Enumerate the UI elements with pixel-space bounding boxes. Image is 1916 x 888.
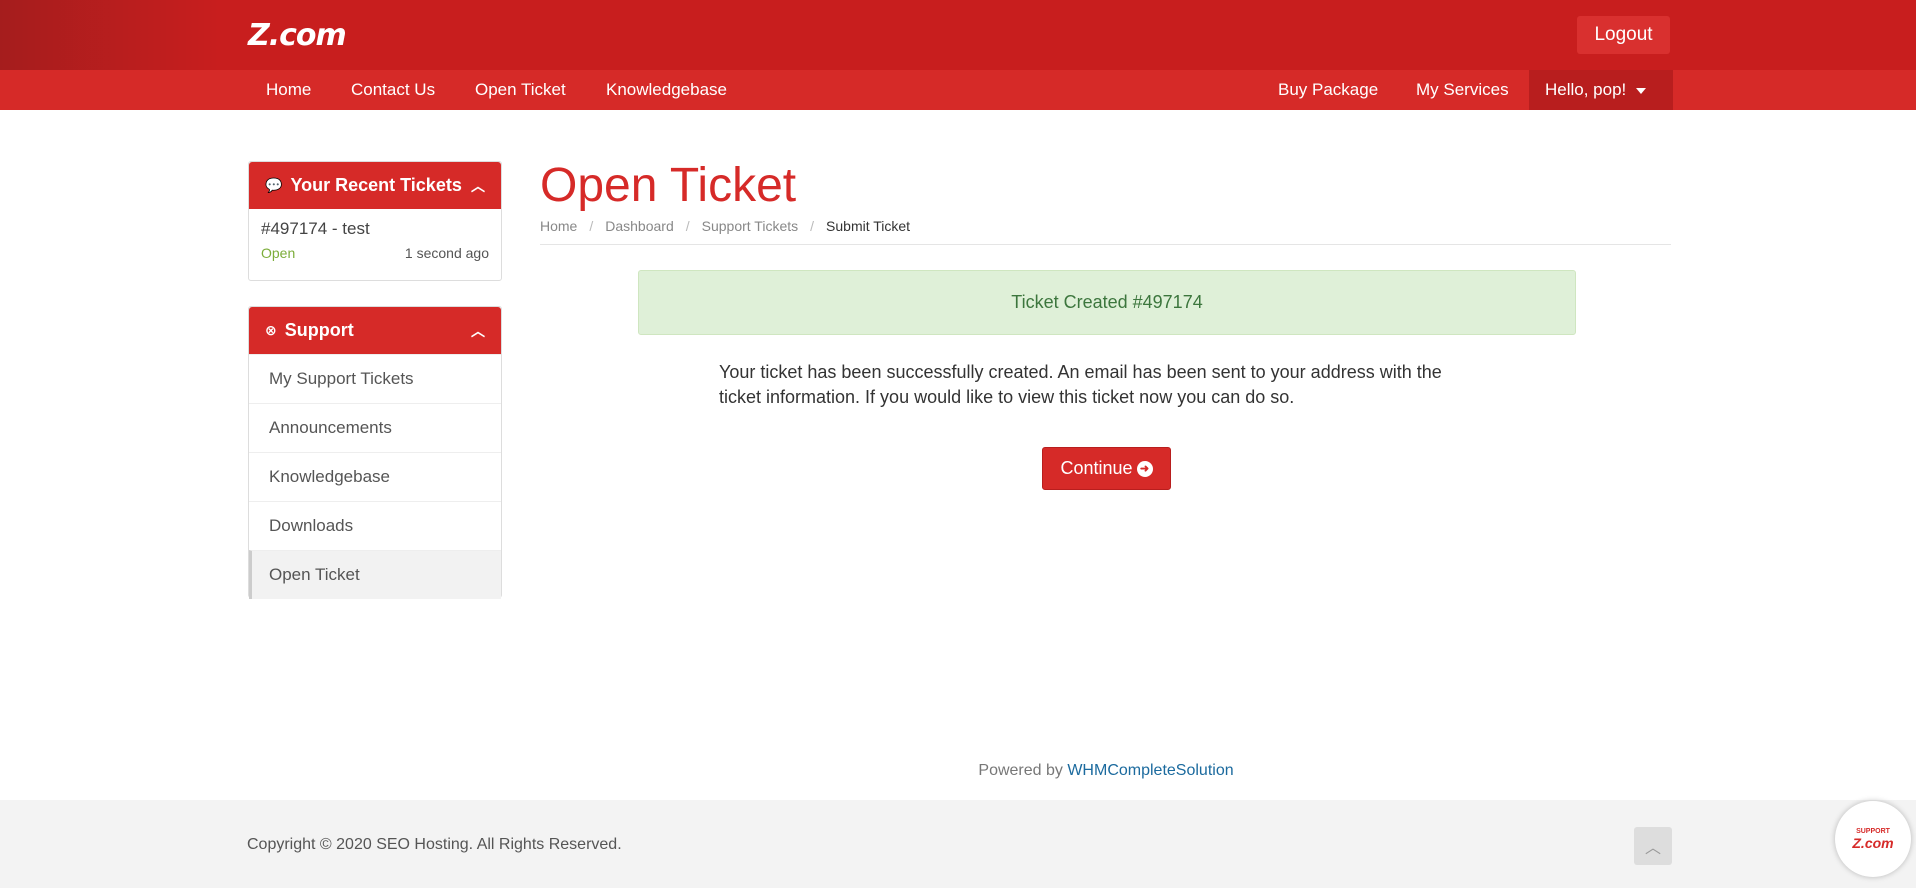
ticket-time: 1 second ago	[404, 245, 489, 261]
sidebar-item-announcements[interactable]: Announcements	[249, 403, 501, 452]
breadcrumb-separator: /	[810, 218, 815, 234]
sidebar-item-knowledgebase[interactable]: Knowledgebase	[249, 452, 501, 501]
chevron-up-icon: ︿	[1644, 840, 1661, 857]
support-chat-widget[interactable]: SUPPORT Z.com	[1835, 801, 1911, 877]
powered-prefix: Powered by	[978, 762, 1068, 779]
widget-logo: Z.com	[1852, 834, 1894, 851]
breadcrumb-dashboard[interactable]: Dashboard	[605, 218, 674, 234]
success-alert: Ticket Created #497174	[638, 270, 1576, 335]
page-title: Open Ticket	[540, 159, 797, 212]
nav-open-ticket[interactable]: Open Ticket	[459, 70, 582, 110]
main-nav: Home Contact Us Open Ticket Knowledgebas…	[0, 70, 1916, 110]
recent-tickets-panel: 💬 Your Recent Tickets ︿ #497174 - test O…	[248, 161, 502, 281]
site-footer: Copyright © 2020 SEO Hosting. All Rights…	[0, 800, 1916, 888]
whmcs-link[interactable]: WHMCompleteSolution	[1067, 762, 1233, 779]
powered-by: Powered by WHMCompleteSolution	[0, 762, 1916, 780]
breadcrumb-home[interactable]: Home	[540, 218, 577, 234]
continue-button[interactable]: Continue ➜	[1042, 447, 1171, 490]
breadcrumb-separator: /	[589, 218, 594, 234]
alert-text: Ticket Created #497174	[1011, 292, 1203, 312]
support-header[interactable]: ⊗ Support ︿	[249, 307, 501, 354]
sidebar-item-downloads[interactable]: Downloads	[249, 501, 501, 550]
recent-ticket-item[interactable]: #497174 - test Open 1 second ago	[249, 209, 501, 271]
breadcrumb-submit-ticket: Submit Ticket	[826, 218, 911, 234]
arrow-circle-right-icon: ➜	[1136, 460, 1153, 477]
support-title: Support	[284, 320, 354, 340]
success-message: Your ticket has been successfully create…	[719, 362, 1442, 407]
copyright: Copyright © 2020 SEO Hosting. All Rights…	[247, 836, 622, 853]
sidebar-item-my-support-tickets[interactable]: My Support Tickets	[249, 354, 501, 403]
breadcrumb-support-tickets[interactable]: Support Tickets	[702, 218, 799, 234]
ticket-title: #497174 - test	[261, 219, 370, 238]
nav-contact-us[interactable]: Contact Us	[335, 70, 451, 110]
logo-text: Z.com	[248, 17, 347, 53]
widget-small-text: SUPPORT	[1856, 827, 1890, 835]
nav-buy-package[interactable]: Buy Package	[1262, 70, 1394, 110]
support-panel: ⊗ Support ︿ My Support Tickets Announcem…	[248, 306, 502, 599]
recent-tickets-header[interactable]: 💬 Your Recent Tickets ︿	[249, 162, 501, 209]
breadcrumb-separator: /	[685, 218, 690, 234]
recent-tickets-title: Your Recent Tickets	[290, 175, 462, 195]
caret-down-icon	[1636, 87, 1647, 94]
site-logo[interactable]: Z.com	[248, 17, 347, 53]
continue-label: Continue	[1060, 458, 1133, 478]
breadcrumb: Home / Dashboard / Support Tickets / Sub…	[540, 218, 910, 234]
nav-home[interactable]: Home	[250, 70, 327, 110]
nav-knowledgebase[interactable]: Knowledgebase	[590, 70, 743, 110]
comments-icon: 💬	[265, 177, 283, 193]
title-divider	[540, 244, 1671, 245]
user-greeting: Hello, pop!	[1545, 80, 1627, 99]
chevron-up-icon[interactable]: ︿	[471, 321, 485, 341]
ticket-status: Open	[261, 245, 296, 261]
support-icon: ⊗	[265, 322, 277, 338]
back-to-top-button[interactable]: ︿	[1634, 827, 1672, 865]
sidebar-item-open-ticket[interactable]: Open Ticket	[249, 550, 501, 599]
site-header: Z.com Logout	[0, 0, 1916, 70]
nav-my-services[interactable]: My Services	[1400, 70, 1525, 110]
chevron-up-icon[interactable]: ︿	[471, 176, 485, 196]
nav-user-menu[interactable]: Hello, pop!	[1529, 70, 1673, 110]
logout-button[interactable]: Logout	[1577, 16, 1670, 54]
